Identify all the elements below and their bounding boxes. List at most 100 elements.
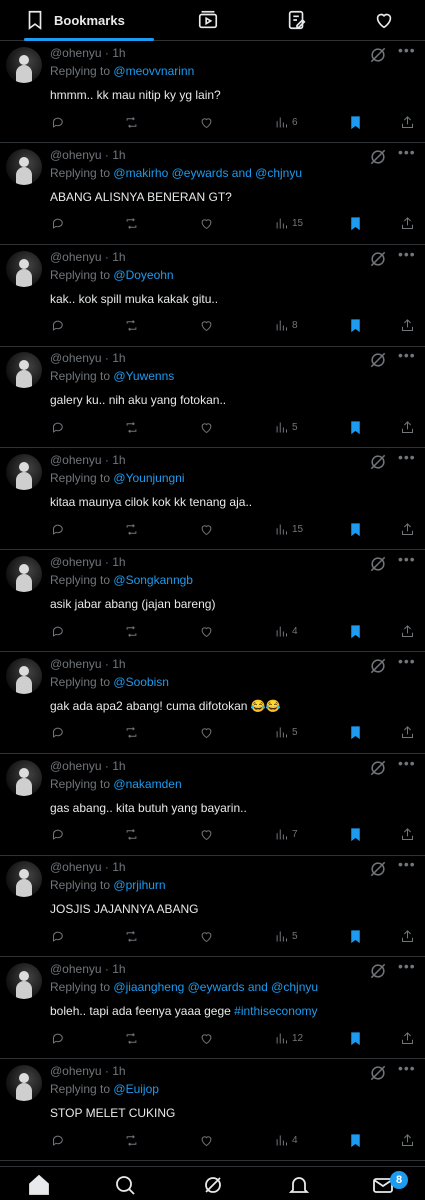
more-options-icon[interactable]: ••• (398, 144, 416, 160)
tweet-item[interactable]: @ohenyu · 1h ••• Replying to @jiaangheng @… (0, 957, 425, 1060)
retweet-button[interactable] (124, 418, 139, 436)
author-handle[interactable]: @ohenyu (50, 46, 102, 60)
retweet-button[interactable] (124, 113, 139, 131)
views-button[interactable]: 5 (274, 927, 298, 945)
reply-mentions[interactable]: @Soobisn (113, 675, 169, 689)
tweet-item[interactable]: @ohenyu · 1h ••• Replying to @Euijop STOP M… (0, 1059, 425, 1161)
like-button[interactable] (199, 927, 214, 945)
grok-icon[interactable] (368, 249, 388, 269)
retweet-button[interactable] (124, 826, 139, 844)
reply-button[interactable] (51, 927, 66, 945)
like-button[interactable] (199, 1131, 214, 1149)
share-button[interactable] (400, 1131, 415, 1149)
more-options-icon[interactable]: ••• (398, 347, 416, 363)
share-button[interactable] (400, 622, 415, 640)
grok-icon[interactable] (368, 147, 388, 167)
tab-likes[interactable] (369, 0, 399, 40)
tweet-item[interactable]: @ohenyu · 1h ••• Replying to @prjihurn JOSJ… (0, 855, 425, 958)
more-options-icon[interactable]: ••• (398, 42, 416, 58)
like-button[interactable] (199, 622, 214, 640)
more-options-icon[interactable]: ••• (398, 856, 416, 872)
retweet-button[interactable] (124, 215, 139, 233)
reply-mentions[interactable]: @makirho @eywards and @chjnyu (113, 166, 302, 180)
grok-icon[interactable] (368, 350, 388, 370)
reply-button[interactable] (51, 724, 66, 742)
tweet-item[interactable]: @ohenyu · 1h ••• Replying to @Younjungni ki… (0, 448, 425, 551)
grok-icon[interactable] (368, 452, 388, 472)
tweet-item[interactable]: @ohenyu · 1h ••• Replying to @Soobisn gak a… (0, 652, 425, 754)
like-button[interactable] (199, 113, 214, 131)
nav-grok[interactable] (198, 1173, 228, 1199)
views-button[interactable]: 15 (274, 215, 303, 233)
tweet-item[interactable]: @ohenyu · 1h ••• Replying to @Doyeohn kak..… (0, 245, 425, 347)
like-button[interactable] (199, 418, 214, 436)
like-button[interactable] (199, 826, 214, 844)
retweet-button[interactable] (124, 520, 139, 538)
grok-icon[interactable] (368, 1063, 388, 1083)
more-options-icon[interactable]: ••• (398, 246, 416, 262)
views-button[interactable]: 8 (274, 317, 298, 335)
bookmark-button[interactable] (348, 215, 363, 233)
author-handle[interactable]: @ohenyu (50, 657, 102, 671)
avatar[interactable] (6, 759, 42, 796)
reply-mentions[interactable]: @prjihurn (113, 878, 165, 892)
avatar[interactable] (6, 454, 42, 491)
bookmark-button[interactable] (348, 113, 363, 131)
reply-button[interactable] (51, 317, 66, 335)
like-button[interactable] (199, 317, 214, 335)
tweet-item[interactable]: @ohenyu · 1h ••• Replying to @meovvnarinn h… (0, 41, 425, 143)
more-options-icon[interactable]: ••• (398, 958, 416, 974)
nav-search[interactable] (110, 1173, 140, 1199)
bookmark-button[interactable] (348, 1029, 363, 1047)
like-button[interactable] (199, 724, 214, 742)
share-button[interactable] (400, 927, 415, 945)
bookmark-button[interactable] (348, 317, 363, 335)
avatar[interactable] (6, 963, 42, 1000)
reply-button[interactable] (51, 113, 66, 131)
reply-button[interactable] (51, 215, 66, 233)
retweet-button[interactable] (124, 1131, 139, 1149)
retweet-button[interactable] (124, 724, 139, 742)
more-options-icon[interactable]: ••• (398, 551, 416, 567)
nav-home[interactable] (24, 1173, 54, 1199)
views-button[interactable]: 6 (274, 113, 298, 131)
grok-icon[interactable] (368, 859, 388, 879)
reply-button[interactable] (51, 1029, 66, 1047)
views-button[interactable]: 5 (274, 724, 298, 742)
nav-notifications[interactable] (284, 1173, 314, 1199)
reply-button[interactable] (51, 520, 66, 538)
more-options-icon[interactable]: ••• (398, 449, 416, 465)
more-options-icon[interactable]: ••• (398, 653, 416, 669)
reply-mentions[interactable]: @Younjungni (113, 471, 184, 485)
author-handle[interactable]: @ohenyu (50, 962, 102, 976)
avatar[interactable] (6, 352, 42, 389)
tweet-item[interactable]: @ohenyu · 1h ••• Replying to @nakamden gas … (0, 754, 425, 856)
retweet-button[interactable] (124, 317, 139, 335)
avatar[interactable] (6, 1065, 42, 1101)
reply-button[interactable] (51, 622, 66, 640)
author-handle[interactable]: @ohenyu (50, 148, 102, 162)
reply-mentions[interactable]: @nakamden (113, 777, 181, 791)
reply-mentions[interactable]: @jiaangheng @eywards and @chjnyu (113, 980, 318, 994)
like-button[interactable] (199, 215, 214, 233)
share-button[interactable] (400, 113, 415, 131)
grok-icon[interactable] (368, 45, 388, 65)
grok-icon[interactable] (368, 554, 388, 574)
tab-videos[interactable] (193, 0, 223, 40)
views-button[interactable]: 4 (274, 1131, 298, 1149)
bookmark-button[interactable] (348, 418, 363, 436)
views-button[interactable]: 12 (274, 1029, 303, 1047)
author-handle[interactable]: @ohenyu (50, 453, 102, 467)
share-button[interactable] (400, 520, 415, 538)
author-handle[interactable]: @ohenyu (50, 555, 102, 569)
avatar[interactable] (6, 861, 42, 898)
like-button[interactable] (199, 1029, 214, 1047)
bookmark-button[interactable] (348, 622, 363, 640)
share-button[interactable] (400, 418, 415, 436)
views-button[interactable]: 4 (274, 622, 298, 640)
author-handle[interactable]: @ohenyu (50, 759, 102, 773)
author-handle[interactable]: @ohenyu (50, 860, 102, 874)
hashtag-link[interactable]: #inthiseconomy (234, 1004, 317, 1018)
tweet-item[interactable]: @ohenyu · 1h ••• Replying to @makirho @eyw… (0, 143, 425, 245)
reply-mentions[interactable]: @meovvnarinn (113, 64, 194, 78)
